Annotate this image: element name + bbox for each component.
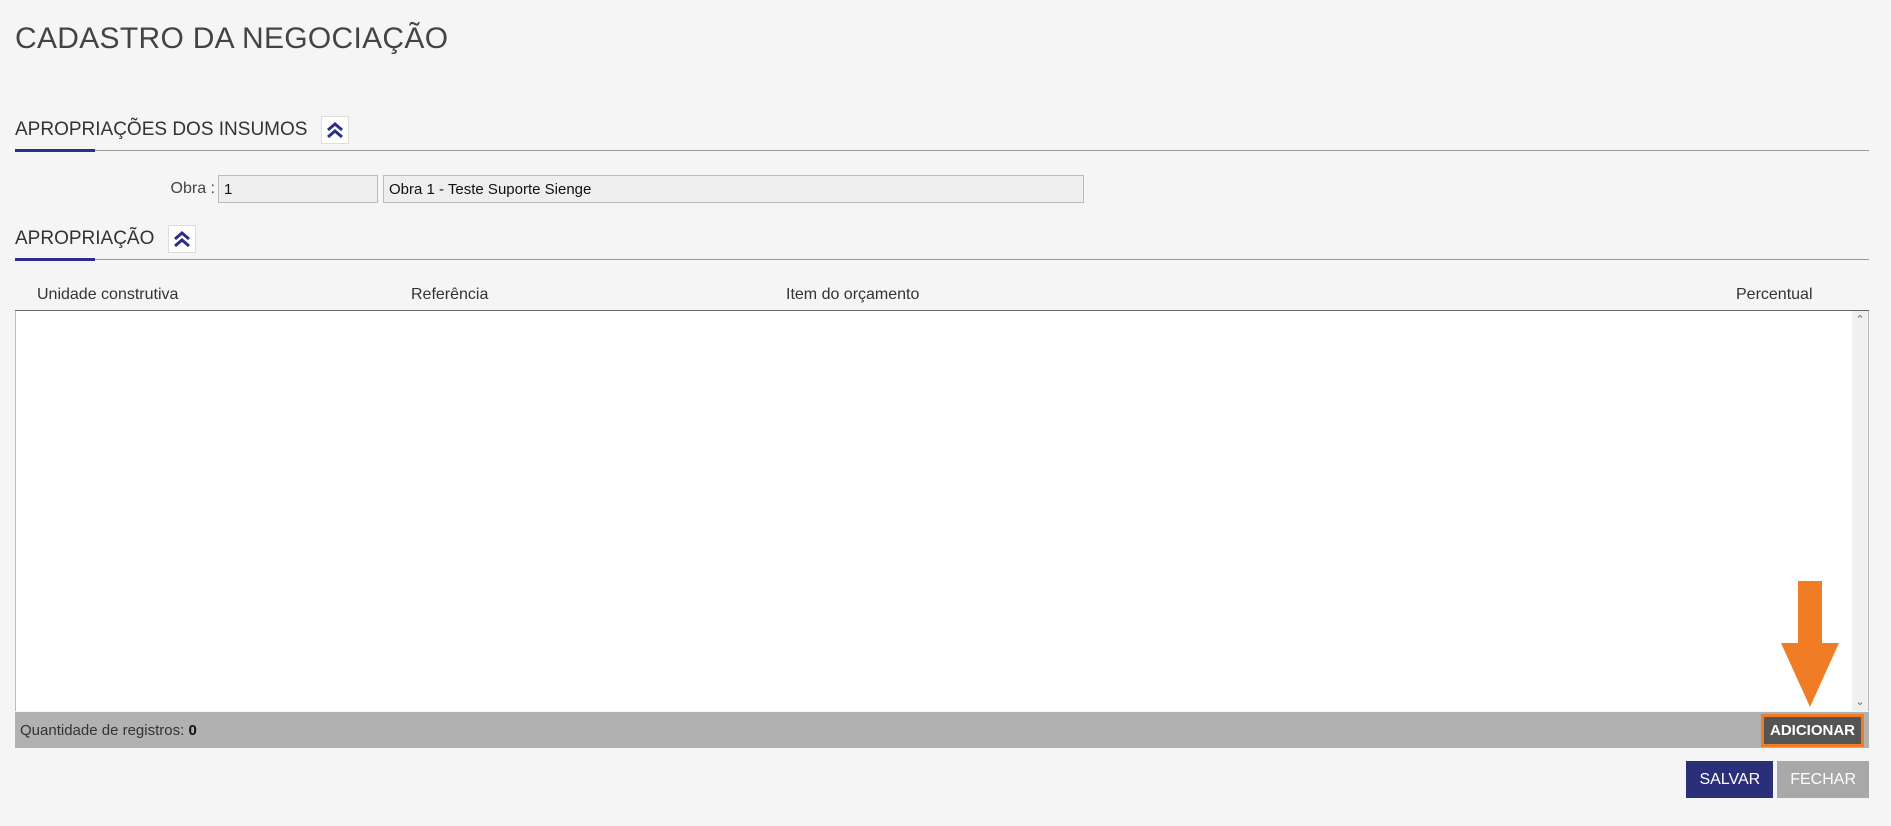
grid-header: Unidade construtiva Referência Item do o… [15, 282, 1869, 312]
grid-body: ⌃ ⌄ [15, 311, 1869, 711]
apropriacao-collapse-button[interactable] [168, 225, 197, 253]
record-count: Quantidade de registros: 0 [20, 722, 197, 739]
insumos-collapse-button[interactable] [321, 116, 350, 144]
obra-row: Obra : [15, 175, 1084, 203]
double-chevron-up-icon [174, 231, 191, 248]
vertical-scrollbar[interactable]: ⌃ ⌄ [1852, 311, 1868, 711]
scroll-down-icon[interactable]: ⌄ [1854, 696, 1866, 708]
insumos-section: APROPRIAÇÕES DOS INSUMOS [15, 110, 1869, 152]
down-arrow-icon [1781, 581, 1839, 707]
apropriacao-section-header: APROPRIAÇÃO [15, 219, 1869, 261]
add-button[interactable]: ADICIONAR [1761, 713, 1864, 747]
double-chevron-up-icon [327, 122, 344, 139]
column-header-unidade[interactable]: Unidade construtiva [37, 286, 178, 304]
grid-footer: Quantidade de registros: 0 ADICIONAR [15, 712, 1869, 748]
obra-name-field[interactable] [383, 175, 1084, 203]
apropriacao-section-title: APROPRIAÇÃO [15, 228, 155, 249]
form-actions: SALVAR FECHAR [1686, 761, 1869, 798]
column-header-percentual[interactable]: Percentual [1736, 286, 1813, 304]
record-count-label: Quantidade de registros: [20, 721, 185, 739]
obra-code-field[interactable] [218, 175, 378, 203]
obra-label: Obra : [170, 180, 215, 197]
insumos-section-title: APROPRIAÇÕES DOS INSUMOS [15, 119, 308, 140]
section-accent-line [15, 149, 95, 152]
scroll-up-icon[interactable]: ⌃ [1854, 314, 1866, 326]
insumos-section-header: APROPRIAÇÕES DOS INSUMOS [15, 110, 1869, 152]
close-button[interactable]: FECHAR [1777, 761, 1869, 798]
record-count-value: 0 [188, 721, 197, 739]
column-header-referencia[interactable]: Referência [411, 286, 488, 304]
save-button[interactable]: SALVAR [1686, 761, 1774, 798]
apropriacao-section: APROPRIAÇÃO [15, 219, 1869, 261]
section-accent-line [15, 258, 95, 261]
column-header-item-orcamento[interactable]: Item do orçamento [786, 286, 919, 304]
page-title: CADASTRO DA NEGOCIAÇÃO [15, 22, 449, 55]
